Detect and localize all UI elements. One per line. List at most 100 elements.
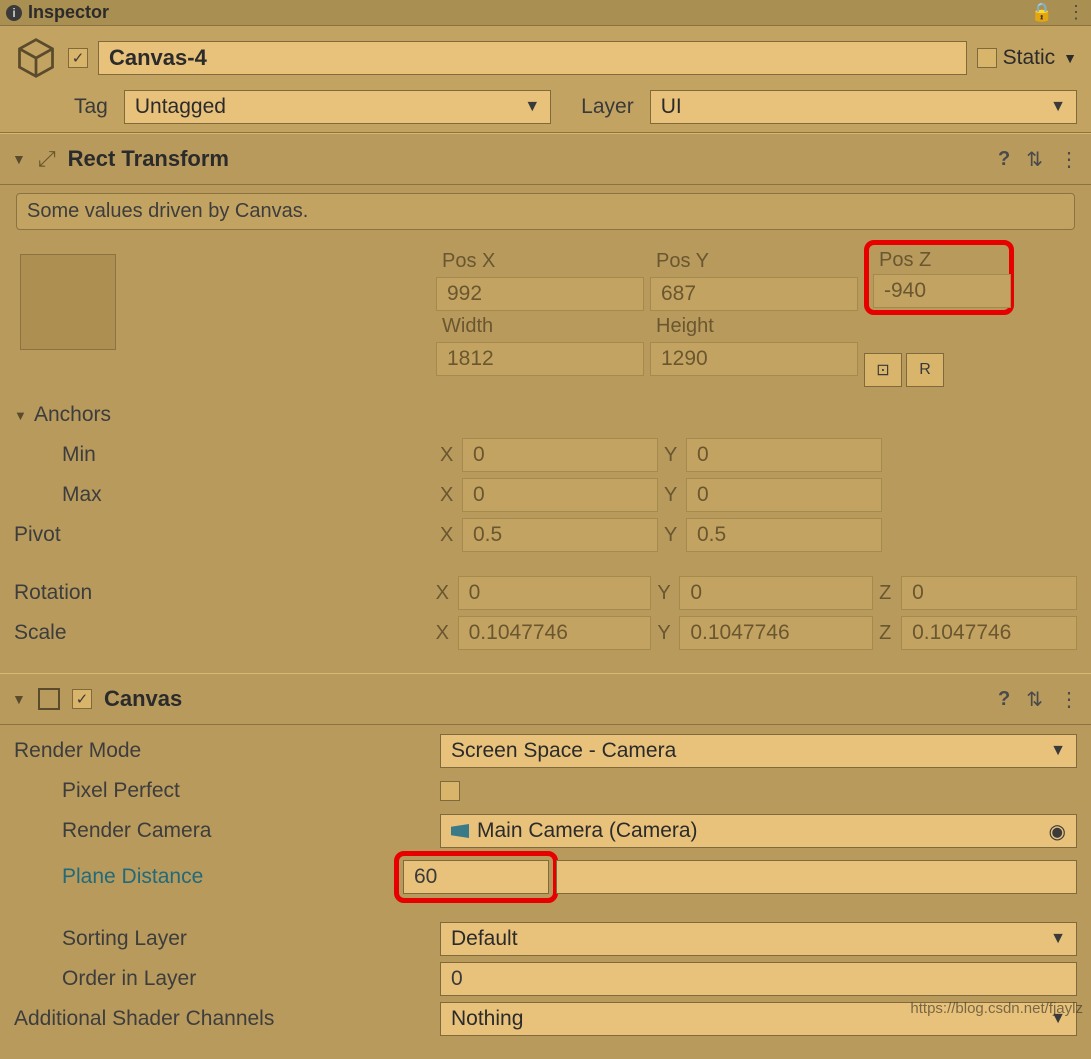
chevron-down-icon: ▼ bbox=[1050, 742, 1066, 760]
pixel-perfect-checkbox[interactable] bbox=[440, 781, 460, 801]
inspector-tab[interactable]: i Inspector bbox=[6, 2, 109, 23]
raw-edit-button[interactable]: R bbox=[906, 353, 944, 387]
rotation-x[interactable] bbox=[458, 576, 652, 610]
object-picker-icon[interactable]: ◉ bbox=[1049, 819, 1066, 844]
chevron-down-icon: ▼ bbox=[1050, 930, 1066, 948]
driven-values-info: Some values driven by Canvas. bbox=[16, 193, 1075, 230]
pixel-perfect-label: Pixel Perfect bbox=[14, 779, 434, 803]
component-menu-icon[interactable]: ⋮ bbox=[1059, 687, 1079, 712]
sorting-layer-value: Default bbox=[451, 927, 518, 951]
anchor-min-x[interactable] bbox=[462, 438, 658, 472]
inspector-tab-bar: i Inspector 🔒 ⋮ bbox=[0, 0, 1091, 26]
y-label: Y bbox=[664, 484, 682, 507]
camera-icon bbox=[451, 824, 469, 838]
rotation-y[interactable] bbox=[679, 576, 873, 610]
scale-z[interactable] bbox=[901, 616, 1077, 650]
preset-icon[interactable]: ⇅ bbox=[1026, 687, 1043, 712]
y-label: Y bbox=[657, 622, 675, 645]
shader-channels-label: Additional Shader Channels bbox=[14, 1007, 434, 1031]
tag-value: Untagged bbox=[135, 95, 226, 119]
posx-label: Pos X bbox=[436, 246, 644, 277]
anchor-max-x[interactable] bbox=[462, 478, 658, 512]
sorting-layer-dropdown[interactable]: Default ▼ bbox=[440, 922, 1077, 956]
anchor-max-y[interactable] bbox=[686, 478, 882, 512]
render-camera-field[interactable]: Main Camera (Camera) ◉ bbox=[440, 814, 1077, 848]
tag-dropdown[interactable]: Untagged ▼ bbox=[124, 90, 551, 124]
posz-field[interactable] bbox=[873, 274, 1011, 308]
width-field[interactable] bbox=[436, 342, 644, 376]
z-label: Z bbox=[879, 622, 897, 645]
chevron-down-icon[interactable]: ▼ bbox=[1063, 50, 1077, 66]
posx-field[interactable] bbox=[436, 277, 644, 311]
layer-label: Layer bbox=[561, 95, 640, 119]
tab-menu-icon[interactable]: ⋮ bbox=[1067, 2, 1085, 23]
width-label: Width bbox=[436, 311, 644, 342]
height-field[interactable] bbox=[650, 342, 858, 376]
tab-title-label: Inspector bbox=[28, 2, 109, 23]
rotation-label: Rotation bbox=[14, 581, 430, 605]
rect-transform-header[interactable]: ▼ ⤢ Rect Transform ? ⇅ ⋮ bbox=[0, 133, 1091, 185]
help-icon[interactable]: ? bbox=[998, 148, 1010, 171]
rect-transform-title: Rect Transform bbox=[68, 146, 229, 172]
order-in-layer-field[interactable] bbox=[440, 962, 1077, 996]
order-in-layer-label: Order in Layer bbox=[14, 967, 434, 991]
shader-channels-value: Nothing bbox=[451, 1007, 523, 1031]
pivot-x[interactable] bbox=[462, 518, 658, 552]
anchor-preset-button[interactable] bbox=[20, 254, 116, 350]
scale-x[interactable] bbox=[458, 616, 652, 650]
gameobject-icon[interactable] bbox=[14, 36, 58, 80]
expand-icon[interactable]: ⤢ bbox=[38, 146, 56, 172]
y-label: Y bbox=[664, 444, 682, 467]
foldout-icon[interactable]: ▼ bbox=[14, 408, 28, 423]
render-camera-label: Render Camera bbox=[14, 819, 434, 843]
anchor-min-y[interactable] bbox=[686, 438, 882, 472]
preset-icon[interactable]: ⇅ bbox=[1026, 147, 1043, 172]
help-icon[interactable]: ? bbox=[998, 688, 1010, 711]
gameobject-header: ✓ Canvas-4 Static ▼ Tag Untagged ▼ Layer… bbox=[0, 26, 1091, 133]
min-label: Min bbox=[14, 443, 434, 467]
scale-y[interactable] bbox=[679, 616, 873, 650]
component-menu-icon[interactable]: ⋮ bbox=[1059, 147, 1079, 172]
canvas-title: Canvas bbox=[104, 686, 182, 712]
layer-dropdown[interactable]: UI ▼ bbox=[650, 90, 1077, 124]
foldout-icon[interactable]: ▼ bbox=[12, 691, 26, 707]
plane-distance-highlight bbox=[394, 851, 558, 903]
canvas-icon bbox=[38, 688, 60, 710]
active-checkbox[interactable]: ✓ bbox=[68, 48, 88, 68]
height-label: Height bbox=[650, 311, 858, 342]
canvas-enabled-checkbox[interactable]: ✓ bbox=[72, 689, 92, 709]
pivot-y[interactable] bbox=[686, 518, 882, 552]
foldout-icon[interactable]: ▼ bbox=[12, 151, 26, 167]
plane-distance-field-extension[interactable] bbox=[556, 860, 1077, 894]
render-mode-dropdown[interactable]: Screen Space - Camera ▼ bbox=[440, 734, 1077, 768]
x-label: X bbox=[436, 622, 454, 645]
render-mode-label: Render Mode bbox=[14, 739, 434, 763]
static-toggle[interactable]: Static ▼ bbox=[977, 46, 1077, 70]
y-label: Y bbox=[664, 524, 682, 547]
static-checkbox[interactable] bbox=[977, 48, 997, 68]
posz-highlight: Pos Z bbox=[864, 240, 1014, 315]
x-label: X bbox=[440, 524, 458, 547]
max-label: Max bbox=[14, 483, 434, 507]
rotation-z[interactable] bbox=[901, 576, 1077, 610]
plane-distance-label: Plane Distance bbox=[14, 865, 434, 889]
plane-distance-field[interactable] bbox=[403, 860, 549, 894]
watermark-text: https://blog.csdn.net/fjaylz bbox=[910, 1000, 1083, 1017]
z-label: Z bbox=[879, 582, 897, 605]
tag-label: Tag bbox=[74, 95, 114, 119]
posz-label: Pos Z bbox=[873, 247, 1005, 274]
blueprint-mode-button[interactable]: ⊡ bbox=[864, 353, 902, 387]
sorting-layer-label: Sorting Layer bbox=[14, 927, 434, 951]
anchors-label: Anchors bbox=[34, 403, 434, 427]
posy-field[interactable] bbox=[650, 277, 858, 311]
canvas-component-header[interactable]: ▼ ✓ Canvas ? ⇅ ⋮ bbox=[0, 673, 1091, 725]
pivot-label: Pivot bbox=[14, 523, 434, 547]
chevron-down-icon: ▼ bbox=[524, 98, 540, 116]
scale-label: Scale bbox=[14, 621, 430, 645]
posy-label: Pos Y bbox=[650, 246, 858, 277]
static-label: Static bbox=[1003, 46, 1056, 70]
gameobject-name-field[interactable]: Canvas-4 bbox=[98, 41, 967, 75]
chevron-down-icon: ▼ bbox=[1050, 98, 1066, 116]
lock-icon[interactable]: 🔒 bbox=[1031, 2, 1053, 23]
layer-value: UI bbox=[661, 95, 682, 119]
